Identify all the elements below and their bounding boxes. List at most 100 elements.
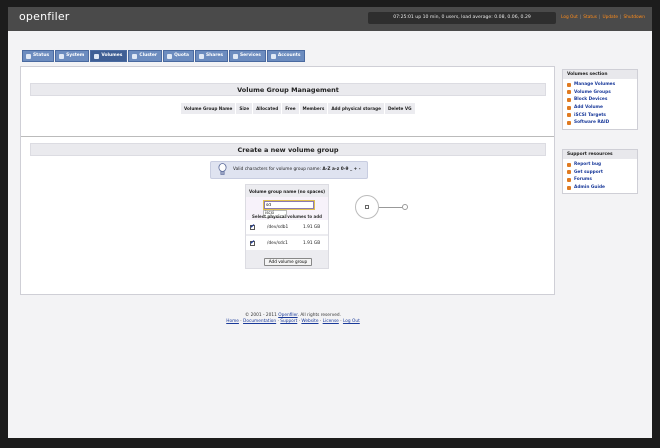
- divider: [21, 136, 554, 137]
- bullet-icon: [567, 162, 571, 167]
- page: openfiler 07:25:01 up 10 min, 0 users, l…: [8, 7, 652, 438]
- bullet-icon: [567, 113, 571, 118]
- tab-quota[interactable]: Quota: [163, 50, 194, 62]
- col-header: Members: [300, 103, 329, 114]
- add-volume-group-button[interactable]: Add volume group: [264, 258, 312, 266]
- bullet-icon: [567, 120, 571, 125]
- indicator-line: [379, 207, 402, 208]
- quota-icon: [167, 53, 173, 59]
- status-icon: [26, 53, 31, 59]
- hint-chars: A-Z a-z 0-9 _ + -: [322, 167, 361, 172]
- vg-name-input[interactable]: [263, 200, 315, 210]
- tab-label: Volumes: [101, 53, 123, 58]
- bullet-icon: [567, 185, 571, 190]
- status-link[interactable]: Status: [583, 13, 597, 23]
- loading-indicator: [355, 195, 379, 219]
- sidebar-item-label: Add Volume: [574, 105, 603, 111]
- col-header: Add physical storage: [328, 103, 385, 114]
- sidebar-item-label: Volume Groups: [574, 89, 611, 95]
- footer-logout-link[interactable]: Log Out: [343, 319, 360, 324]
- footer-documentation-link[interactable]: Documentation: [243, 319, 276, 324]
- sidebar-item-label: iSCSI Targets: [574, 112, 606, 118]
- tab-label: Accounts: [277, 53, 301, 58]
- main-tabs: Status System Volumes Cluster Quota Shar…: [22, 50, 306, 62]
- tab-label: Status: [33, 53, 50, 58]
- top-links: Log Out | Status | Update | Shutdown: [561, 13, 645, 23]
- volumes-section-box: Volumes section Manage Volumes Volume Gr…: [562, 69, 638, 130]
- valid-chars-hint: Valid characters for volume group name: …: [210, 161, 368, 179]
- window-frame: openfiler 07:25:01 up 10 min, 0 users, l…: [0, 0, 660, 448]
- sidebar-item-label: Report bug: [574, 162, 602, 168]
- sidebar-item-manage-volumes[interactable]: Manage Volumes: [563, 81, 637, 89]
- system-status: 07:25:01 up 10 min, 0 users, load averag…: [368, 12, 556, 24]
- sidebar-item-add-volume[interactable]: Add Volume: [563, 104, 637, 112]
- bullet-icon: [567, 90, 571, 95]
- device-row: /dev/sdb1 1.91 GB: [246, 220, 328, 234]
- sidebar-item-report-bug[interactable]: Report bug: [563, 161, 637, 169]
- tab-system[interactable]: System: [55, 50, 90, 62]
- shutdown-link[interactable]: Shutdown: [623, 13, 644, 23]
- device-checkbox[interactable]: [250, 239, 255, 246]
- create-vg-form: Volume group name (no spaces) iscsi Sele…: [245, 184, 329, 269]
- tab-volumes[interactable]: Volumes: [90, 50, 128, 62]
- col-header: Size: [236, 103, 254, 114]
- tab-shares[interactable]: Shares: [195, 50, 229, 62]
- update-link[interactable]: Update: [602, 13, 618, 23]
- footer-website-link[interactable]: Website: [301, 319, 318, 324]
- tab-accounts[interactable]: Accounts: [266, 50, 306, 62]
- logout-link[interactable]: Log Out: [561, 13, 578, 23]
- support-resources-title: Support resources: [563, 150, 637, 159]
- hint-text: Valid characters for volume group name:: [233, 167, 323, 172]
- footer-home-link[interactable]: Home: [226, 319, 239, 324]
- tab-label: Quota: [174, 53, 189, 58]
- lightbulb-icon: [218, 163, 227, 175]
- col-header: Free: [282, 103, 300, 114]
- col-header: Allocated: [253, 103, 283, 114]
- sidebar-item-iscsi-targets[interactable]: iSCSI Targets: [563, 111, 637, 119]
- openfiler-link[interactable]: Openfiler: [278, 313, 297, 318]
- sidebar-item-volume-groups[interactable]: Volume Groups: [563, 89, 637, 97]
- vg-name-label: Volume group name (no spaces): [248, 189, 326, 194]
- tab-status[interactable]: Status: [22, 50, 55, 62]
- col-header: Delete VG: [385, 103, 416, 114]
- tab-label: System: [66, 53, 85, 58]
- footer-license-link[interactable]: License: [323, 319, 339, 324]
- sidebar-item-block-devices[interactable]: Block Devices: [563, 96, 637, 104]
- device-name: /dev/sdc1: [267, 240, 288, 246]
- vg-management-title: Volume Group Management: [30, 83, 546, 96]
- device-size: 1.91 GB: [303, 224, 321, 230]
- accounts-icon: [270, 53, 276, 59]
- device-name: /dev/sdb1: [267, 224, 289, 230]
- tab-services[interactable]: Services: [229, 50, 266, 62]
- volumes-section-title: Volumes section: [563, 70, 637, 79]
- sidebar-item-software-raid[interactable]: Software RAID: [563, 119, 637, 127]
- bullet-icon: [567, 105, 571, 110]
- vg-table-header: Volume Group Name Size Allocated Free Me…: [181, 103, 416, 114]
- bullet-icon: [567, 177, 571, 182]
- copyright-text: © 2001 - 2011: [245, 313, 279, 318]
- device-checkbox[interactable]: [250, 223, 255, 230]
- sidebar-item-label: Software RAID: [574, 120, 610, 126]
- header: openfiler 07:25:01 up 10 min, 0 users, l…: [8, 7, 652, 31]
- system-icon: [59, 53, 65, 59]
- indicator-endpoint: [402, 204, 408, 210]
- sidebar-item-label: Admin Guide: [574, 185, 605, 191]
- sidebar-item-label: Forums: [574, 177, 592, 183]
- sidebar-item-label: Block Devices: [574, 97, 608, 103]
- tab-label: Shares: [206, 53, 224, 58]
- sidebar-item-forums[interactable]: Forums: [563, 176, 637, 184]
- footer-links: Home · Documentation · Support · Website…: [226, 319, 360, 324]
- device-row: /dev/sdc1 1.91 GB: [246, 236, 328, 250]
- shares-icon: [199, 53, 204, 59]
- sidebar-item-get-support[interactable]: Get support: [563, 169, 637, 177]
- tab-label: Services: [240, 53, 261, 58]
- services-icon: [233, 53, 239, 59]
- bullet-icon: [567, 97, 571, 102]
- col-header: Volume Group Name: [181, 103, 237, 114]
- tab-label: Cluster: [139, 53, 158, 58]
- cluster-icon: [132, 53, 138, 59]
- footer-support-link[interactable]: Support: [280, 319, 297, 324]
- tab-cluster[interactable]: Cluster: [128, 50, 163, 62]
- bullet-icon: [567, 82, 571, 87]
- sidebar-item-admin-guide[interactable]: Admin Guide: [563, 184, 637, 192]
